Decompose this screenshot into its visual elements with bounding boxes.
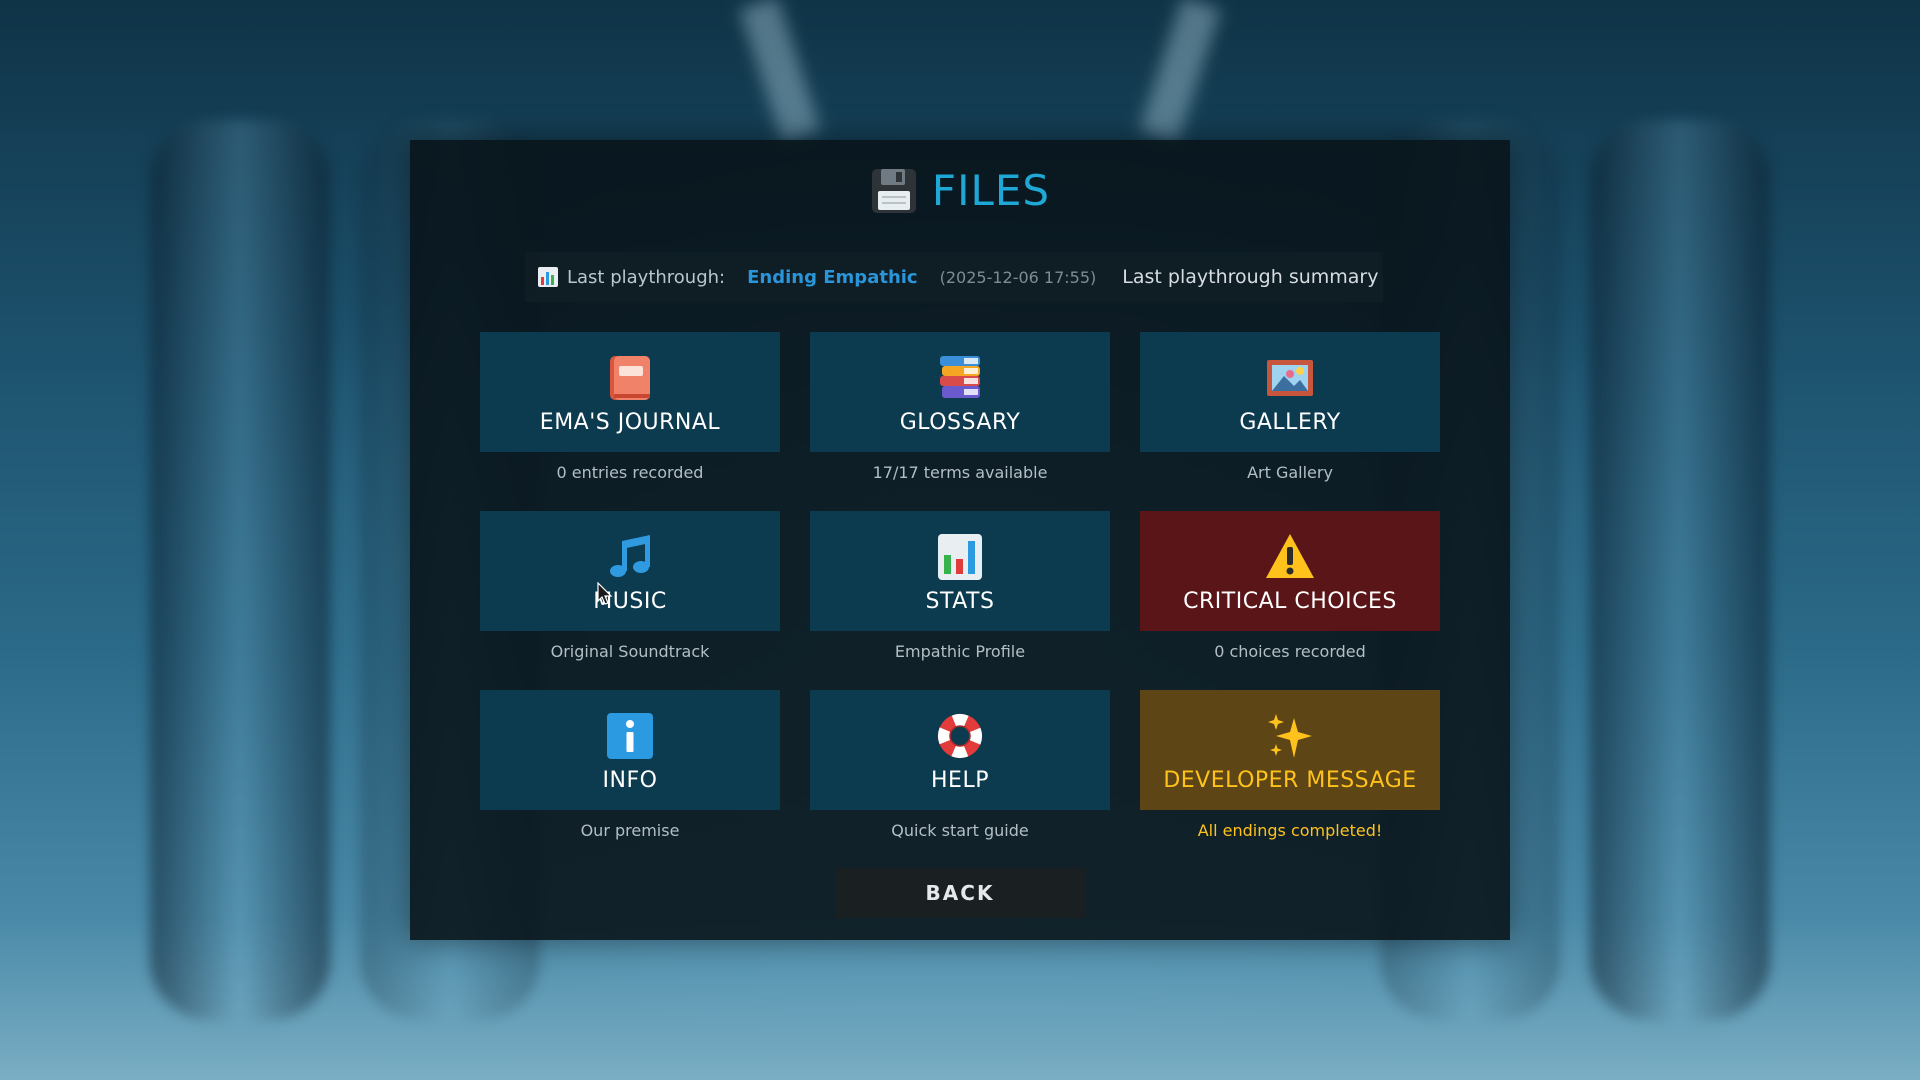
gallery-label: GALLERY	[1239, 409, 1341, 435]
stats-cell: STATS Empathic Profile	[810, 511, 1110, 690]
gallery-cell: GALLERY Art Gallery	[1140, 332, 1440, 511]
last-playthrough-label: Last playthrough:	[567, 266, 726, 288]
developer-message-button[interactable]: DEVELOPER MESSAGE	[1140, 690, 1440, 810]
glossary-cell: GLOSSARY 17/17 terms available	[810, 332, 1110, 511]
background-pillar	[1590, 120, 1770, 1020]
music-button[interactable]: MUSIC	[480, 511, 780, 631]
journal-button[interactable]: EMA'S JOURNAL	[480, 332, 780, 452]
critical-choices-button[interactable]: CRITICAL CHOICES	[1140, 511, 1440, 631]
books-stack-icon	[940, 355, 980, 398]
glossary-button[interactable]: GLOSSARY	[810, 332, 1110, 452]
help-cell: HELP Quick start guide	[810, 690, 1110, 869]
last-playthrough-date: (2025-12-06 17:55)	[939, 267, 1097, 287]
help-label: HELP	[931, 767, 989, 793]
journal-cell: EMA'S JOURNAL 0 entries recorded	[480, 332, 780, 511]
page-title: FILES	[410, 166, 1510, 215]
bar-chart-icon	[538, 267, 558, 287]
journal-label: EMA'S JOURNAL	[539, 409, 721, 435]
info-cell: INFO Our premise	[480, 690, 780, 869]
gallery-subtitle: Art Gallery	[1247, 463, 1333, 482]
stats-label: STATS	[925, 588, 995, 614]
last-playthrough-bar: Last playthrough: Ending Empathic (2025-…	[525, 252, 1383, 302]
last-playthrough-summary-link[interactable]: Last playthrough summary	[1122, 266, 1378, 288]
critical-choices-label: CRITICAL CHOICES	[1183, 588, 1397, 614]
files-grid: EMA'S JOURNAL 0 entries recorded GLOSSAR…	[480, 332, 1440, 869]
glossary-label: GLOSSARY	[899, 409, 1021, 435]
background-pillar	[150, 120, 330, 1020]
background-light	[739, 0, 821, 143]
info-label: INFO	[602, 767, 658, 793]
bar-chart-icon	[938, 533, 982, 580]
glossary-subtitle: 17/17 terms available	[872, 463, 1048, 482]
sparkles-icon	[1268, 713, 1312, 758]
help-subtitle: Quick start guide	[891, 821, 1029, 840]
background-light	[1139, 0, 1221, 143]
warning-icon	[1266, 533, 1314, 578]
picture-frame-icon	[1267, 359, 1313, 396]
music-subtitle: Original Soundtrack	[550, 642, 710, 661]
developer-message-cell: DEVELOPER MESSAGE All endings completed!	[1140, 690, 1440, 869]
floppy-disk-icon	[871, 168, 916, 213]
info-subtitle: Our premise	[580, 821, 680, 840]
critical-choices-subtitle: 0 choices recorded	[1214, 642, 1366, 661]
back-button[interactable]: BACK	[835, 868, 1085, 918]
files-panel: FILES Last playthrough: Ending Empathic …	[410, 140, 1510, 940]
help-button[interactable]: HELP	[810, 690, 1110, 810]
journal-subtitle: 0 entries recorded	[556, 463, 704, 482]
mouse-cursor-icon	[597, 582, 613, 605]
stats-button[interactable]: STATS	[810, 511, 1110, 631]
critical-choices-cell: CRITICAL CHOICES 0 choices recorded	[1140, 511, 1440, 690]
music-note-icon	[610, 534, 650, 577]
last-ending-name: Ending Empathic	[747, 266, 918, 288]
developer-message-subtitle: All endings completed!	[1197, 821, 1383, 840]
info-button[interactable]: INFO	[480, 690, 780, 810]
info-icon	[607, 712, 653, 759]
music-cell: MUSIC Original Soundtrack	[480, 511, 780, 690]
lifebuoy-icon	[938, 713, 982, 758]
gallery-button[interactable]: GALLERY	[1140, 332, 1440, 452]
journal-book-icon	[610, 355, 650, 400]
title-text: FILES	[931, 166, 1051, 215]
stats-subtitle: Empathic Profile	[894, 642, 1026, 661]
developer-message-label: DEVELOPER MESSAGE	[1163, 767, 1417, 793]
